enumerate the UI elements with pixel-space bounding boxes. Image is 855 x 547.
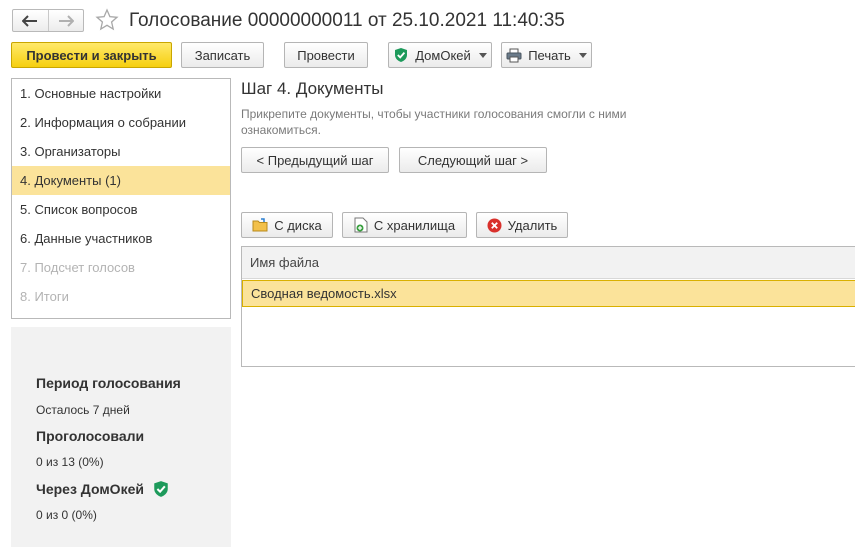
post-button[interactable]: Провести (284, 42, 368, 68)
add-from-storage-label: С хранилища (373, 217, 456, 233)
domokey-heading-label: Через ДомОкей (36, 481, 144, 497)
domokey-value: 0 из 0 (0%) (36, 508, 97, 522)
voting-summary-panel: Период голосования Осталось 7 дней Прого… (11, 327, 231, 547)
delete-button[interactable]: Удалить (476, 212, 568, 238)
domokey-check-icon (393, 47, 409, 63)
favorite-star-icon[interactable] (95, 8, 119, 32)
voted-heading: Проголосовали (36, 428, 145, 444)
step-item-results: 8. Итоги (20, 289, 69, 304)
save-button[interactable]: Записать (181, 42, 264, 68)
domokey-label: ДомОкей (415, 47, 471, 63)
arrow-right-icon (58, 14, 74, 27)
voted-value: 0 из 13 (0%) (36, 455, 104, 469)
folder-icon (252, 218, 268, 232)
step-item-main-settings[interactable]: 1. Основные настройки (12, 79, 230, 108)
prev-step-label: < Предыдущий шаг (256, 152, 374, 168)
table-row[interactable]: Сводная ведомость.xlsx (242, 280, 855, 307)
back-button[interactable] (13, 10, 48, 31)
forward-button[interactable] (47, 10, 84, 31)
add-from-disk-button[interactable]: С диска (241, 212, 333, 238)
step-hint: Прикрепите документы, чтобы участники го… (241, 107, 627, 137)
printer-icon (506, 48, 522, 63)
document-title: Голосование 00000000011 от 25.10.2021 11… (129, 10, 565, 31)
arrow-left-icon (22, 14, 38, 27)
files-column-header[interactable]: Имя файла (242, 247, 855, 279)
print-label: Печать (528, 47, 571, 63)
delete-label: Удалить (507, 217, 558, 233)
save-label: Записать (194, 47, 251, 63)
step-item-meeting-info[interactable]: 2. Информация о собрании (12, 108, 230, 137)
add-from-storage-button[interactable]: С хранилища (342, 212, 467, 238)
post-and-close-button[interactable]: Провести и закрыть (11, 42, 172, 68)
domokey-check-icon (154, 481, 168, 497)
steps-list: 1. Основные настройки 2. Информация о со… (11, 78, 231, 319)
step-item-documents[interactable]: 4. Документы (1) (12, 166, 230, 195)
delete-icon (487, 218, 502, 233)
prev-step-button[interactable]: < Предыдущий шаг (241, 147, 389, 173)
storage-add-icon (354, 217, 368, 233)
step-item-vote-count: 7. Подсчет голосов (20, 260, 135, 275)
next-step-label: Следующий шаг > (417, 152, 529, 168)
next-step-button[interactable]: Следующий шаг > (399, 147, 547, 173)
step-item-organizers[interactable]: 3. Организаторы (12, 137, 230, 166)
post-and-close-label: Провести и закрыть (26, 47, 157, 63)
step-item-questions[interactable]: 5. Список вопросов (12, 195, 230, 224)
files-table: Имя файла Сводная ведомость.xlsx (241, 246, 855, 367)
chevron-down-icon (578, 52, 587, 58)
chevron-down-icon (478, 52, 487, 58)
domokey-heading: Через ДомОкей (36, 480, 170, 498)
period-heading: Период голосования (36, 375, 181, 391)
history-nav (12, 9, 84, 32)
step-item-participants[interactable]: 6. Данные участников (12, 224, 230, 253)
print-menu-button[interactable]: Печать (501, 42, 592, 68)
domokey-menu-button[interactable]: ДомОкей (388, 42, 492, 68)
add-from-disk-label: С диска (274, 217, 322, 233)
step-title: Шаг 4. Документы (241, 79, 384, 98)
post-label: Провести (297, 47, 355, 63)
period-value: Осталось 7 дней (36, 403, 130, 417)
